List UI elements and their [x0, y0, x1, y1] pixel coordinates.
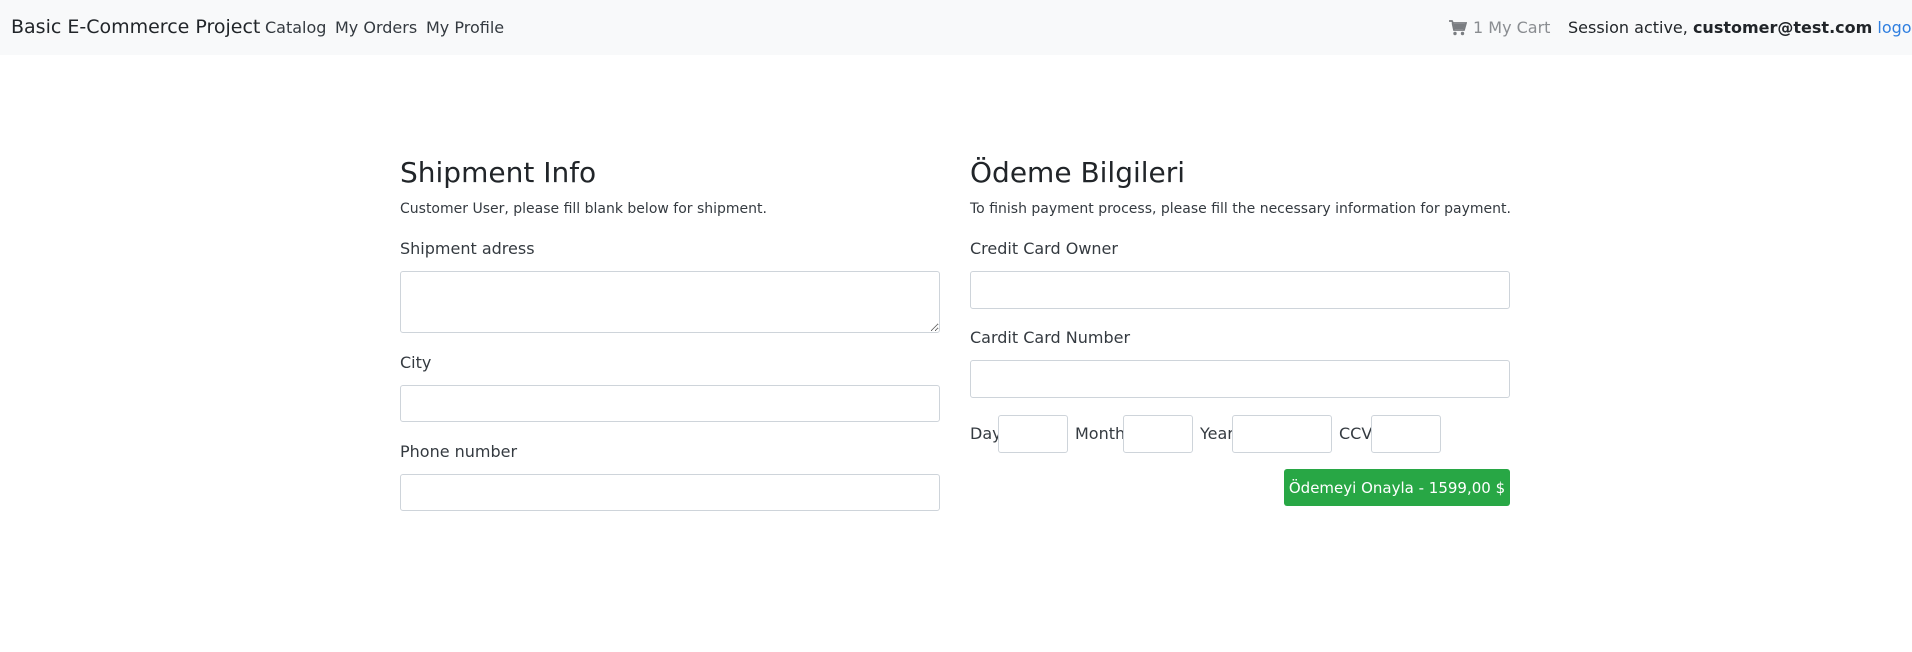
shipment-address-label: Shipment adress: [400, 239, 535, 258]
session-prefix: Session active,: [1568, 18, 1693, 37]
month-label: Month: [1075, 424, 1126, 443]
shipment-title: Shipment Info: [400, 156, 597, 189]
nav-link-my-orders[interactable]: My Orders: [335, 18, 417, 37]
payment-description: To finish payment process, please fill t…: [970, 201, 1511, 217]
confirm-payment-button[interactable]: Ödemeyi Onayla - 1599,00 $: [1284, 469, 1510, 506]
shipment-description: Customer User, please fill blank below f…: [400, 201, 767, 217]
nav-link-catalog[interactable]: Catalog: [265, 18, 326, 37]
shipment-address-field[interactable]: [400, 271, 940, 333]
city-label: City: [400, 353, 432, 372]
year-label: Year: [1200, 424, 1234, 443]
day-field[interactable]: [998, 415, 1068, 453]
ccv-field[interactable]: [1371, 415, 1441, 453]
card-number-field[interactable]: [970, 360, 1510, 398]
ccv-label: CCV: [1339, 424, 1373, 443]
logout-link[interactable]: logout.: [1877, 18, 1912, 37]
cart-link[interactable]: 1 My Cart: [1449, 18, 1550, 37]
year-field[interactable]: [1232, 415, 1332, 453]
card-owner-label: Credit Card Owner: [970, 239, 1118, 258]
day-label: Day: [970, 424, 1002, 443]
cart-label: 1 My Cart: [1473, 18, 1551, 37]
brand-link[interactable]: Basic E-Commerce Project: [11, 16, 260, 38]
card-number-label: Cardit Card Number: [970, 328, 1131, 347]
navbar: Basic E-Commerce Project Catalog My Orde…: [0, 0, 1912, 55]
phone-field[interactable]: [400, 474, 940, 511]
phone-label: Phone number: [400, 442, 518, 461]
card-owner-field[interactable]: [970, 271, 1510, 309]
shopping-cart-icon: [1449, 19, 1467, 36]
session-user: customer@test.com: [1692, 18, 1873, 37]
nav-link-my-profile[interactable]: My Profile: [426, 18, 504, 37]
session-status: Session active, customer@test.com logout…: [1568, 18, 1912, 37]
month-field[interactable]: [1123, 415, 1193, 453]
payment-title: Ödeme Bilgileri: [970, 156, 1186, 189]
city-field[interactable]: [400, 385, 940, 422]
